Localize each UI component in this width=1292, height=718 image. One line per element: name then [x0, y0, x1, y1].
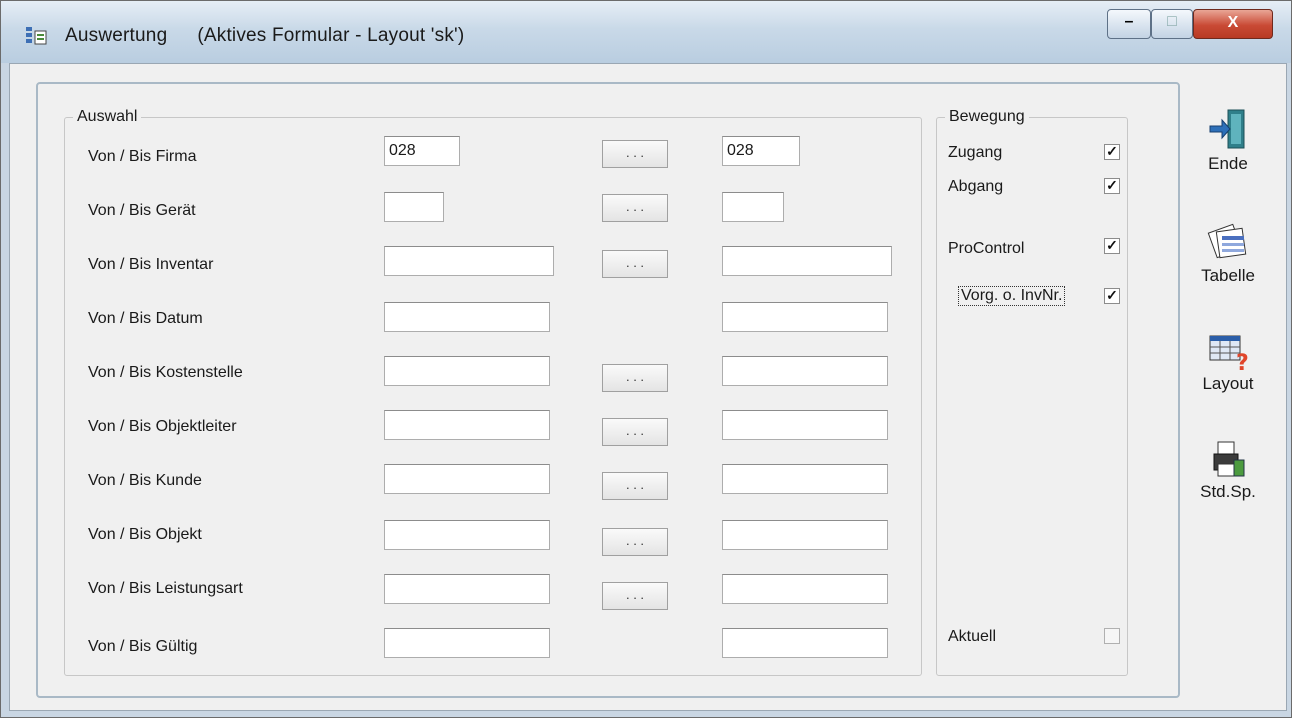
- exit-door-icon: [1209, 109, 1245, 149]
- kunde-to-input[interactable]: [722, 464, 888, 494]
- client-area: Auswahl Von / Bis Firma . . . Von / Bis …: [9, 63, 1287, 711]
- objekt-picker-button[interactable]: . . .: [602, 528, 668, 556]
- window: Auswertung (Aktives Formular - Layout 'sk…: [0, 0, 1292, 718]
- table-sheets-icon: [1207, 223, 1247, 259]
- maximize-button[interactable]: □: [1151, 9, 1193, 39]
- leistungsart-picker-button[interactable]: . . .: [602, 582, 668, 610]
- close-button[interactable]: X: [1193, 9, 1273, 39]
- kostenstelle-picker-button[interactable]: . . .: [602, 364, 668, 392]
- row-label-gueltig: Von / Bis Gültig: [88, 638, 198, 655]
- objektleiter-picker-button[interactable]: . . .: [602, 418, 668, 446]
- procontrol-label: ProControl: [948, 240, 1025, 257]
- abgang-checkbox[interactable]: ✓: [1104, 178, 1120, 194]
- geraet-from-input[interactable]: [384, 192, 444, 222]
- vorg-invnr-label: Vorg. o. InvNr.: [958, 286, 1066, 306]
- inventar-to-input[interactable]: [722, 246, 892, 276]
- row-label-datum: Von / Bis Datum: [88, 310, 203, 327]
- firma-from-input[interactable]: [384, 136, 460, 166]
- kostenstelle-to-input[interactable]: [722, 356, 888, 386]
- leistungsart-to-input[interactable]: [722, 574, 888, 604]
- inventar-from-input[interactable]: [384, 246, 554, 276]
- window-subtitle: (Aktives Formular - Layout 'sk'): [197, 25, 465, 46]
- app-icon: [26, 27, 47, 45]
- close-icon: X: [1227, 14, 1239, 31]
- objektleiter-to-input[interactable]: [722, 410, 888, 440]
- aktuell-checkbox[interactable]: [1104, 628, 1120, 644]
- row-label-geraet: Von / Bis Gerät: [88, 202, 196, 219]
- kunde-picker-button[interactable]: . . .: [602, 472, 668, 500]
- datum-from-input[interactable]: [384, 302, 550, 332]
- objekt-to-input[interactable]: [722, 520, 888, 550]
- minimize-button[interactable]: –: [1107, 9, 1151, 39]
- tabelle-label: Tabelle: [1201, 266, 1255, 285]
- stdsp-label: Std.Sp.: [1200, 482, 1256, 501]
- objekt-from-input[interactable]: [384, 520, 550, 550]
- aktuell-label: Aktuell: [948, 628, 997, 645]
- svg-text:?: ?: [1236, 351, 1249, 372]
- maximize-icon: □: [1167, 13, 1177, 30]
- kostenstelle-from-input[interactable]: [384, 356, 550, 386]
- bewegung-legend: Bewegung: [949, 108, 1025, 125]
- row-label-firma: Von / Bis Firma: [88, 148, 197, 165]
- row-label-kunde: Von / Bis Kunde: [88, 472, 202, 489]
- ende-label: Ende: [1208, 154, 1248, 173]
- layout-label: Layout: [1202, 374, 1254, 393]
- row-label-objektleiter: Von / Bis Objektleiter: [88, 418, 237, 435]
- abgang-label: Abgang: [948, 178, 1004, 195]
- leistungsart-from-input[interactable]: [384, 574, 550, 604]
- printer-icon: [1213, 441, 1245, 477]
- row-label-leistungsart: Von / Bis Leistungsart: [88, 580, 243, 597]
- geraet-to-input[interactable]: [722, 192, 784, 222]
- ende-button[interactable]: Ende: [1188, 108, 1268, 174]
- gueltig-from-input[interactable]: [384, 628, 550, 658]
- title-bar[interactable]: Auswertung (Aktives Formular - Layout 'sk…: [1, 1, 1291, 63]
- kunde-from-input[interactable]: [384, 464, 550, 494]
- row-label-kostenstelle: Von / Bis Kostenstelle: [88, 364, 243, 381]
- stdsp-button[interactable]: Std.Sp.: [1188, 440, 1268, 502]
- layout-grid-icon: ?: [1209, 335, 1249, 372]
- objektleiter-from-input[interactable]: [384, 410, 550, 440]
- tabelle-button[interactable]: Tabelle: [1188, 220, 1268, 286]
- row-label-inventar: Von / Bis Inventar: [88, 256, 214, 273]
- minimize-icon: –: [1124, 13, 1134, 30]
- window-title: Auswertung (Aktives Formular - Layout 'sk…: [65, 25, 464, 47]
- procontrol-checkbox[interactable]: ✓: [1104, 238, 1120, 254]
- row-label-objekt: Von / Bis Objekt: [88, 526, 202, 543]
- vorg-invnr-checkbox[interactable]: ✓: [1104, 288, 1120, 304]
- geraet-picker-button[interactable]: . . .: [602, 194, 668, 222]
- firma-to-input[interactable]: [722, 136, 800, 166]
- datum-to-input[interactable]: [722, 302, 888, 332]
- window-title-text: Auswertung: [65, 25, 168, 46]
- zugang-label: Zugang: [948, 144, 1003, 161]
- layout-button[interactable]: ? Layout: [1188, 330, 1268, 394]
- gueltig-to-input[interactable]: [722, 628, 888, 658]
- inventar-picker-button[interactable]: . . .: [602, 250, 668, 278]
- auswahl-legend: Auswahl: [77, 108, 138, 125]
- zugang-checkbox[interactable]: ✓: [1104, 144, 1120, 160]
- firma-picker-button[interactable]: . . .: [602, 140, 668, 168]
